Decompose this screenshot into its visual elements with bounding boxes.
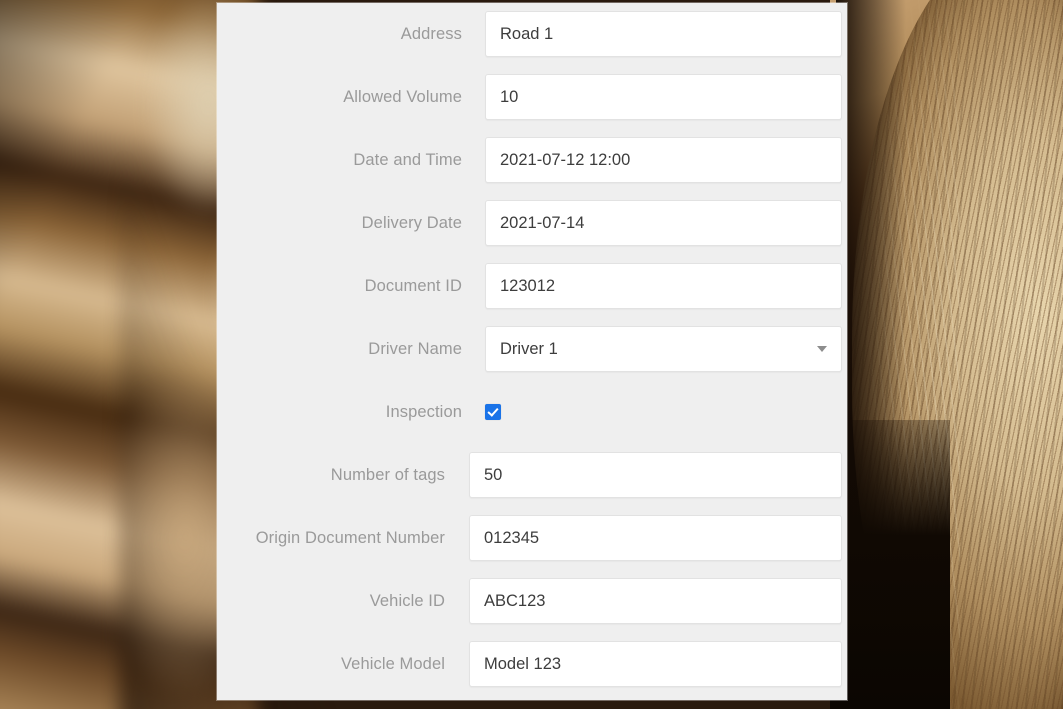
value-date-and-time: 2021-07-12 12:00 xyxy=(500,151,631,169)
input-date-and-time[interactable]: 2021-07-12 12:00 xyxy=(485,137,842,183)
label-date-and-time: Date and Time xyxy=(353,150,462,169)
label-driver-name: Driver Name xyxy=(368,339,462,358)
value-origin-document-number: 012345 xyxy=(484,529,540,547)
value-address: Road 1 xyxy=(500,25,554,43)
background-log-end xyxy=(830,0,1063,709)
form-row-delivery-date: Delivery Date 2021-07-14 xyxy=(217,200,847,246)
form-row-date-and-time: Date and Time 2021-07-12 12:00 xyxy=(217,137,847,183)
label-inspection: Inspection xyxy=(385,402,462,421)
input-origin-document-number[interactable]: 012345 xyxy=(469,515,842,561)
value-number-of-tags: 50 xyxy=(484,466,503,484)
label-document-id: Document ID xyxy=(364,276,462,295)
checkbox-inspection[interactable] xyxy=(485,389,842,435)
label-allowed-volume: Allowed Volume xyxy=(343,87,462,106)
input-vehicle-id[interactable]: ABC123 xyxy=(469,578,842,624)
checkmark-icon[interactable] xyxy=(485,404,501,420)
form-row-origin-document-number: Origin Document Number 012345 xyxy=(217,515,842,561)
value-vehicle-id: ABC123 xyxy=(484,592,546,610)
value-delivery-date: 2021-07-14 xyxy=(500,214,585,232)
chevron-down-icon[interactable] xyxy=(817,346,827,352)
label-delivery-date: Delivery Date xyxy=(361,213,462,232)
value-allowed-volume: 10 xyxy=(500,88,519,106)
value-driver-name: Driver 1 xyxy=(500,340,558,358)
background-dark-corner xyxy=(830,420,950,709)
input-allowed-volume[interactable]: 10 xyxy=(485,74,842,120)
label-vehicle-model: Vehicle Model xyxy=(340,654,445,673)
input-delivery-date[interactable]: 2021-07-14 xyxy=(485,200,842,246)
form-row-number-of-tags: Number of tags 50 xyxy=(217,452,842,498)
form-row-document-id: Document ID 123012 xyxy=(217,263,847,309)
input-number-of-tags[interactable]: 50 xyxy=(469,452,842,498)
select-driver-name[interactable]: Driver 1 xyxy=(485,326,842,372)
input-vehicle-model[interactable]: Model 123 xyxy=(469,641,842,687)
form-row-inspection: Inspection xyxy=(217,389,847,435)
input-address[interactable]: Road 1 xyxy=(485,11,842,57)
label-origin-document-number: Origin Document Number xyxy=(255,528,445,547)
form-row-vehicle-model: Vehicle Model Model 123 xyxy=(217,641,842,687)
label-address: Address xyxy=(400,24,462,43)
value-vehicle-model: Model 123 xyxy=(484,655,562,673)
label-vehicle-id: Vehicle ID xyxy=(369,591,445,610)
label-number-of-tags: Number of tags xyxy=(330,465,445,484)
form-row-vehicle-id: Vehicle ID ABC123 xyxy=(217,578,842,624)
screen: Address Road 1 Allowed Volume 10 Date and Ti… xyxy=(0,0,1063,709)
form-row-driver-name: Driver Name Driver 1 xyxy=(217,326,847,372)
form-row-allowed-volume: Allowed Volume 10 xyxy=(217,74,847,120)
form-row-address: Address Road 1 xyxy=(217,11,847,57)
input-document-id[interactable]: 123012 xyxy=(485,263,842,309)
value-document-id: 123012 xyxy=(500,277,556,295)
delivery-form-panel: Address Road 1 Allowed Volume 10 Date and Ti… xyxy=(217,3,847,700)
